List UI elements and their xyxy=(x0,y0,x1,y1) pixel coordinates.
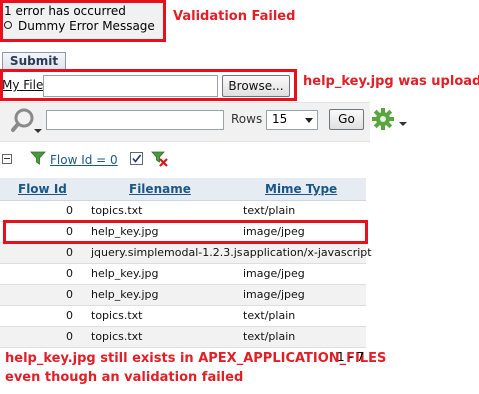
table-row: 0 help_key.jpg image/jpeg xyxy=(0,285,366,306)
cell-flow-id: 0 xyxy=(66,267,73,280)
search-input[interactable] xyxy=(46,110,224,130)
cell-mime-type: text/plain xyxy=(243,330,296,343)
collapse-icon[interactable] xyxy=(2,154,12,164)
column-header-mime-type[interactable]: Mime Type xyxy=(265,182,337,196)
cell-filename: topics.txt xyxy=(91,330,143,343)
submit-button[interactable]: Submit xyxy=(2,52,66,70)
table-row: 0 topics.txt text/plain xyxy=(0,306,366,327)
rows-select-value: 15 xyxy=(272,112,288,126)
go-button[interactable]: Go xyxy=(329,109,364,130)
cell-flow-id: 0 xyxy=(66,204,73,217)
table-row: 0 jquery.simplemodal-1.2.3.js applicatio… xyxy=(0,243,372,264)
annotation-box-error xyxy=(0,0,166,42)
annotation-still-exists-line1: help_key.jpg still exists in APEX_APPLIC… xyxy=(5,351,387,366)
cell-filename: help_key.jpg xyxy=(91,288,159,301)
cell-mime-type: text/plain xyxy=(243,309,296,322)
column-header-flow-id[interactable]: Flow Id xyxy=(18,182,67,196)
filter-enable-checkbox[interactable] xyxy=(130,152,143,165)
actions-menu[interactable] xyxy=(371,107,409,133)
cell-filename: topics.txt xyxy=(91,204,143,217)
filter-link[interactable]: Flow Id = 0 xyxy=(50,153,118,167)
cell-filename: jquery.simplemodal-1.2.3.js xyxy=(91,246,243,259)
table-header: Flow Id Filename Mime Type xyxy=(0,178,366,201)
annotation-still-exists-line2: even though an validation failed xyxy=(5,370,244,385)
annotation-box-file xyxy=(0,69,297,101)
search-column-selector[interactable] xyxy=(10,107,44,135)
table-row: 0 topics.txt text/plain xyxy=(0,327,366,348)
cell-mime-type: image/jpeg xyxy=(243,267,305,280)
annotation-box-row xyxy=(3,220,368,244)
pagination-text: 1 - 7 xyxy=(337,350,365,364)
cell-filename: help_key.jpg xyxy=(91,267,159,280)
remove-filter-icon[interactable] xyxy=(151,150,169,168)
table-row: 0 help_key.jpg image/jpeg xyxy=(0,264,366,285)
cell-mime-type: text/plain xyxy=(243,204,296,217)
checkbox-icon xyxy=(132,154,142,163)
cell-filename: topics.txt xyxy=(91,309,143,322)
cell-flow-id: 0 xyxy=(66,288,73,301)
funnel-icon xyxy=(30,150,46,166)
chevron-down-icon xyxy=(305,118,313,123)
cell-mime-type: image/jpeg xyxy=(243,288,305,301)
annotation-validation-failed: Validation Failed xyxy=(173,9,296,24)
magnifier-icon xyxy=(11,108,42,133)
cell-flow-id: 0 xyxy=(66,246,73,259)
annotation-uploaded: help_key.jpg was uploaded xyxy=(303,74,479,89)
cell-flow-id: 0 xyxy=(66,330,73,343)
cell-flow-id: 0 xyxy=(66,309,73,322)
column-header-filename[interactable]: Filename xyxy=(129,182,191,196)
rows-label: Rows xyxy=(231,112,263,126)
rows-select[interactable]: 15 xyxy=(266,110,318,130)
cell-mime-type: application/x-javascript xyxy=(243,246,372,259)
gear-icon xyxy=(372,108,407,130)
table-row: 0 topics.txt text/plain xyxy=(0,201,366,222)
